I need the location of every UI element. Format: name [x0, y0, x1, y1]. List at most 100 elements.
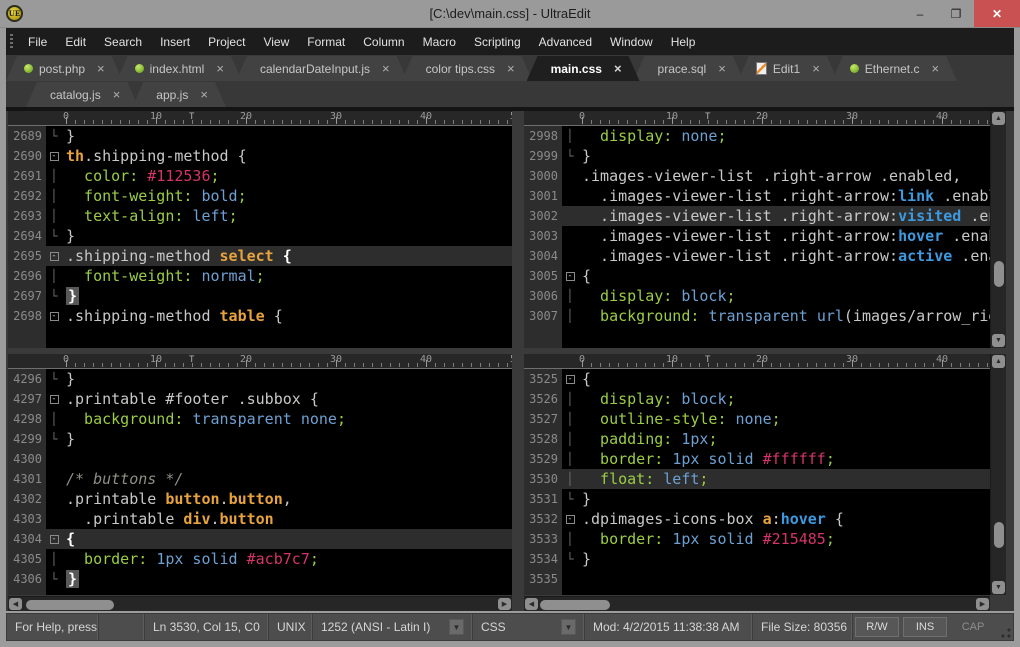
menu-item-edit[interactable]: Edit: [56, 28, 95, 55]
menu-drag-handle-icon[interactable]: [10, 34, 13, 50]
close-icon[interactable]: ×: [505, 62, 517, 75]
close-icon[interactable]: ×: [810, 62, 822, 75]
scroll-left-icon[interactable]: ◀: [525, 598, 538, 610]
tab-edit1[interactable]: Edit1×: [738, 56, 838, 81]
fold-marker-icon: └: [46, 369, 62, 389]
close-icon[interactable]: ×: [380, 62, 392, 75]
code-text: }: [578, 549, 990, 569]
code-line: 3006│ display: block;: [524, 286, 990, 306]
menu-item-format[interactable]: Format: [298, 28, 354, 55]
resize-grip[interactable]: [997, 624, 1013, 640]
line-number: 3534: [524, 549, 562, 569]
close-icon[interactable]: ×: [95, 62, 107, 75]
tab-label: main.css: [551, 62, 602, 76]
line-number: 4303: [8, 509, 46, 529]
code-text: {: [62, 529, 512, 549]
insert-mode-toggle[interactable]: INS: [903, 617, 947, 637]
close-button[interactable]: ✕: [974, 0, 1020, 27]
editor-pane-bottom-right[interactable]: 01020304050T3525-{3526│ display: block;3…: [524, 354, 990, 595]
horizontal-scrollbar-left[interactable]: ◀ ▶: [8, 596, 512, 611]
code-text: text-align: left;: [62, 206, 512, 226]
fold-marker-icon[interactable]: -: [46, 246, 62, 266]
menu-item-window[interactable]: Window: [601, 28, 662, 55]
line-number: 3002: [524, 206, 562, 226]
scroll-right-icon[interactable]: ▶: [498, 598, 511, 610]
scroll-down-icon[interactable]: ▼: [992, 334, 1005, 347]
fold-marker-icon: │: [46, 409, 62, 429]
tab-index.html[interactable]: index.html×: [117, 56, 242, 81]
menu-item-search[interactable]: Search: [95, 28, 151, 55]
line-number: 4305: [8, 549, 46, 569]
tab-prace.sql[interactable]: prace.sql×: [634, 56, 744, 81]
scrollbar-thumb[interactable]: [540, 600, 610, 610]
menu-item-column[interactable]: Column: [354, 28, 413, 55]
menu-item-view[interactable]: View: [254, 28, 298, 55]
fold-marker-icon[interactable]: -: [562, 266, 578, 286]
read-write-toggle[interactable]: R/W: [855, 617, 899, 637]
close-icon[interactable]: ×: [111, 88, 123, 101]
scroll-left-icon[interactable]: ◀: [9, 598, 22, 610]
scrollbar-thumb[interactable]: [26, 600, 114, 610]
menu-item-advanced[interactable]: Advanced: [530, 28, 601, 55]
line-number: 2690: [8, 146, 46, 166]
tab-calendardateinput.js[interactable]: calendarDateInput.js×: [236, 56, 408, 81]
menu-item-insert[interactable]: Insert: [151, 28, 199, 55]
vertical-scrollbar-bottom[interactable]: ▲ ▼: [990, 354, 1006, 595]
editor-pane-top-left[interactable]: 01020304050T2689└}2690-th.shipping-metho…: [8, 111, 512, 348]
fold-marker-icon[interactable]: -: [562, 509, 578, 529]
fold-marker-icon[interactable]: -: [46, 306, 62, 326]
code-line: 3005-{: [524, 266, 990, 286]
line-number: 3527: [524, 409, 562, 429]
menu-item-project[interactable]: Project: [199, 28, 254, 55]
line-number: 3007: [524, 306, 562, 326]
scrollbar-thumb[interactable]: [994, 522, 1004, 548]
fold-marker-icon[interactable]: -: [562, 369, 578, 389]
tab-ethernet.c[interactable]: Ethernet.c×: [832, 56, 957, 81]
code-line: 3532-.dpimages-icons-box a:hover {: [524, 509, 990, 529]
status-syntax[interactable]: CSS ▼: [473, 614, 585, 640]
maximize-button[interactable]: ❐: [938, 0, 974, 27]
tab-main.css[interactable]: main.css ×: [527, 56, 640, 81]
code-line: 2691│ color: #112536;: [8, 166, 512, 186]
ruler-label: 40: [420, 111, 432, 122]
code-line: 3001 .images-viewer-list .right-arrow:li…: [524, 186, 990, 206]
column-ruler: 01020304050T: [524, 354, 990, 369]
minimize-button[interactable]: –: [902, 0, 938, 27]
code-line: 3530│ float: left;: [524, 469, 990, 489]
fold-marker-icon[interactable]: -: [46, 146, 62, 166]
fold-marker-icon[interactable]: -: [46, 389, 62, 409]
chevron-down-icon[interactable]: ▼: [561, 619, 576, 635]
fold-marker-icon[interactable]: -: [46, 529, 62, 549]
menu-item-macro[interactable]: Macro: [414, 28, 465, 55]
tab-app.js[interactable]: app.js×: [132, 82, 226, 107]
editor-pane-top-right[interactable]: 01020304050T2998│ display: none;2999└}30…: [524, 111, 990, 348]
menu-item-scripting[interactable]: Scripting: [465, 28, 530, 55]
tab-post.php[interactable]: post.php×: [6, 56, 123, 81]
editor-pane-bottom-left[interactable]: 01020304050T4296└}4297-.printable #foote…: [8, 354, 512, 595]
status-blank-segment: [99, 614, 145, 640]
ruler-label: 10: [150, 111, 162, 122]
fold-marker-icon: [46, 489, 62, 509]
tab-catalog.js[interactable]: catalog.js×: [26, 82, 138, 107]
scroll-up-icon[interactable]: ▲: [992, 355, 1005, 368]
close-icon[interactable]: ×: [198, 88, 210, 101]
fold-marker-icon: │: [46, 266, 62, 286]
scrollbar-thumb[interactable]: [994, 261, 1004, 287]
close-icon[interactable]: ×: [214, 62, 226, 75]
chevron-down-icon[interactable]: ▼: [449, 619, 464, 635]
horizontal-scrollbar-right[interactable]: ◀ ▶: [524, 596, 990, 611]
tab-color-tips.css[interactable]: color tips.css×: [402, 56, 533, 81]
close-icon[interactable]: ×: [929, 62, 941, 75]
close-icon[interactable]: ×: [716, 62, 728, 75]
fold-marker-icon: └: [562, 489, 578, 509]
scroll-down-icon[interactable]: ▼: [992, 581, 1005, 594]
scroll-right-icon[interactable]: ▶: [976, 598, 989, 610]
scroll-up-icon[interactable]: ▲: [992, 112, 1005, 125]
vertical-scrollbar-top[interactable]: ▲ ▼: [990, 111, 1006, 348]
close-icon[interactable]: ×: [612, 62, 624, 75]
status-encoding[interactable]: 1252 (ANSI - Latin I) ▼: [313, 614, 473, 640]
code-line: 4306└}: [8, 569, 512, 589]
menu-item-help[interactable]: Help: [662, 28, 705, 55]
menu-item-file[interactable]: File: [19, 28, 56, 55]
fold-marker-icon: │: [562, 529, 578, 549]
